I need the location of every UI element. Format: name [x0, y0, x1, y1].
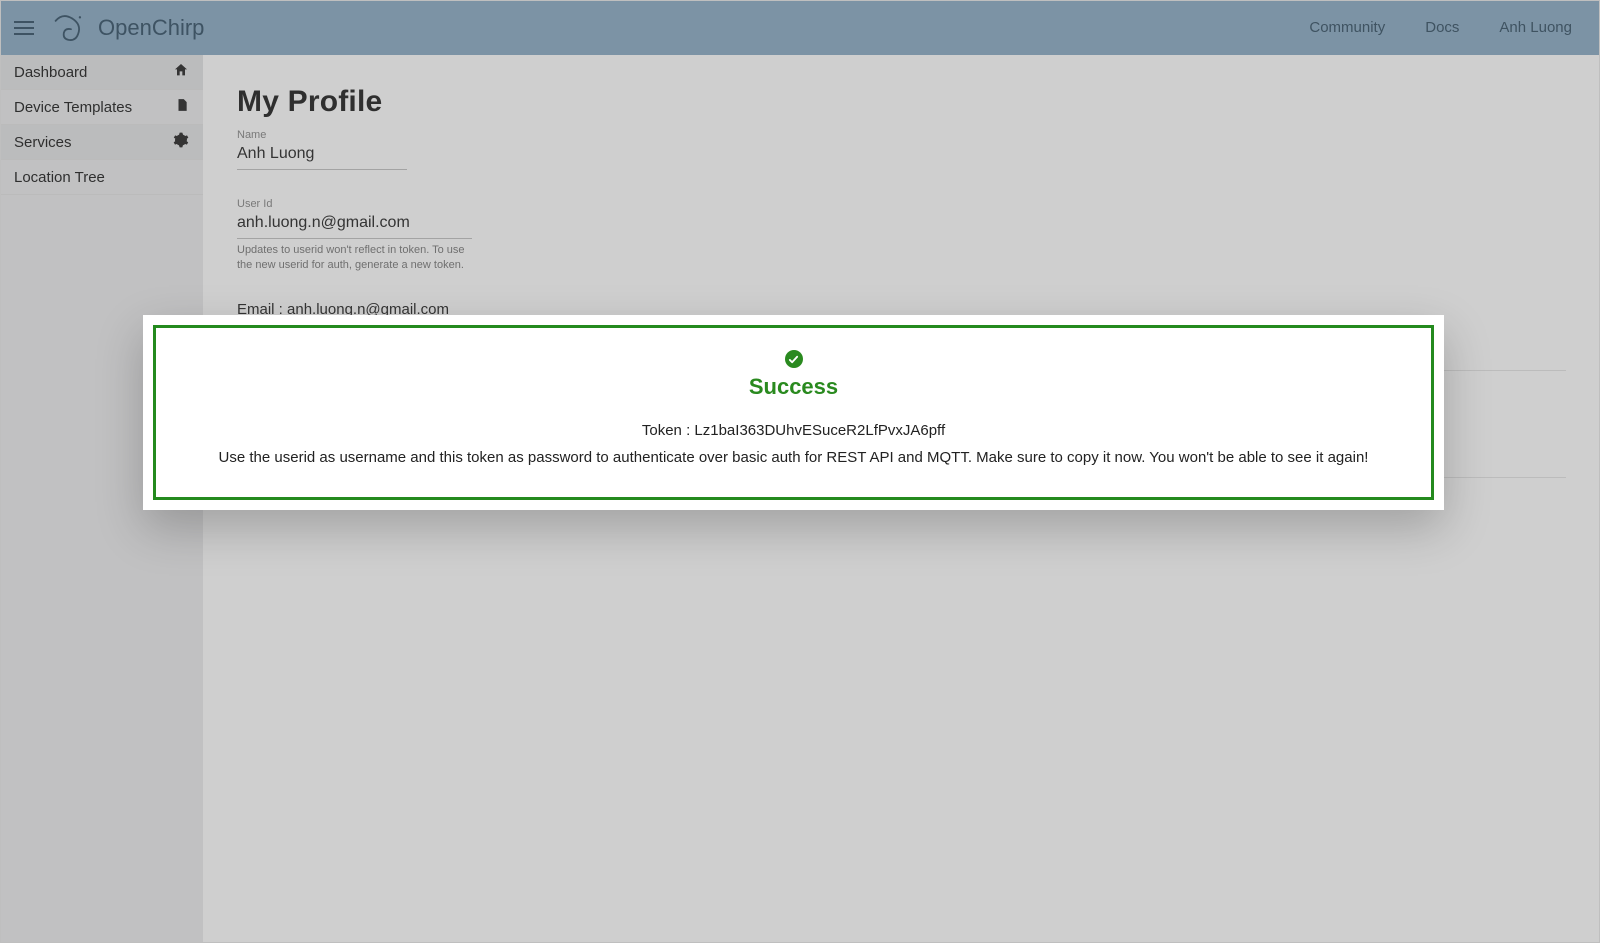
token-line: Token : Lz1baI363DUhvESuceR2LfPvxJA6pff [184, 420, 1403, 443]
success-modal: Success Token : Lz1baI363DUhvESuceR2LfPv… [143, 315, 1444, 510]
token-value: Lz1baI363DUhvESuceR2LfPvxJA6pff [694, 422, 945, 439]
success-modal-inner: Success Token : Lz1baI363DUhvESuceR2LfPv… [153, 325, 1434, 500]
modal-message: Use the userid as username and this toke… [184, 447, 1403, 470]
modal-title: Success [184, 374, 1403, 400]
check-circle-icon [785, 350, 803, 368]
token-prefix: Token : [642, 422, 695, 439]
